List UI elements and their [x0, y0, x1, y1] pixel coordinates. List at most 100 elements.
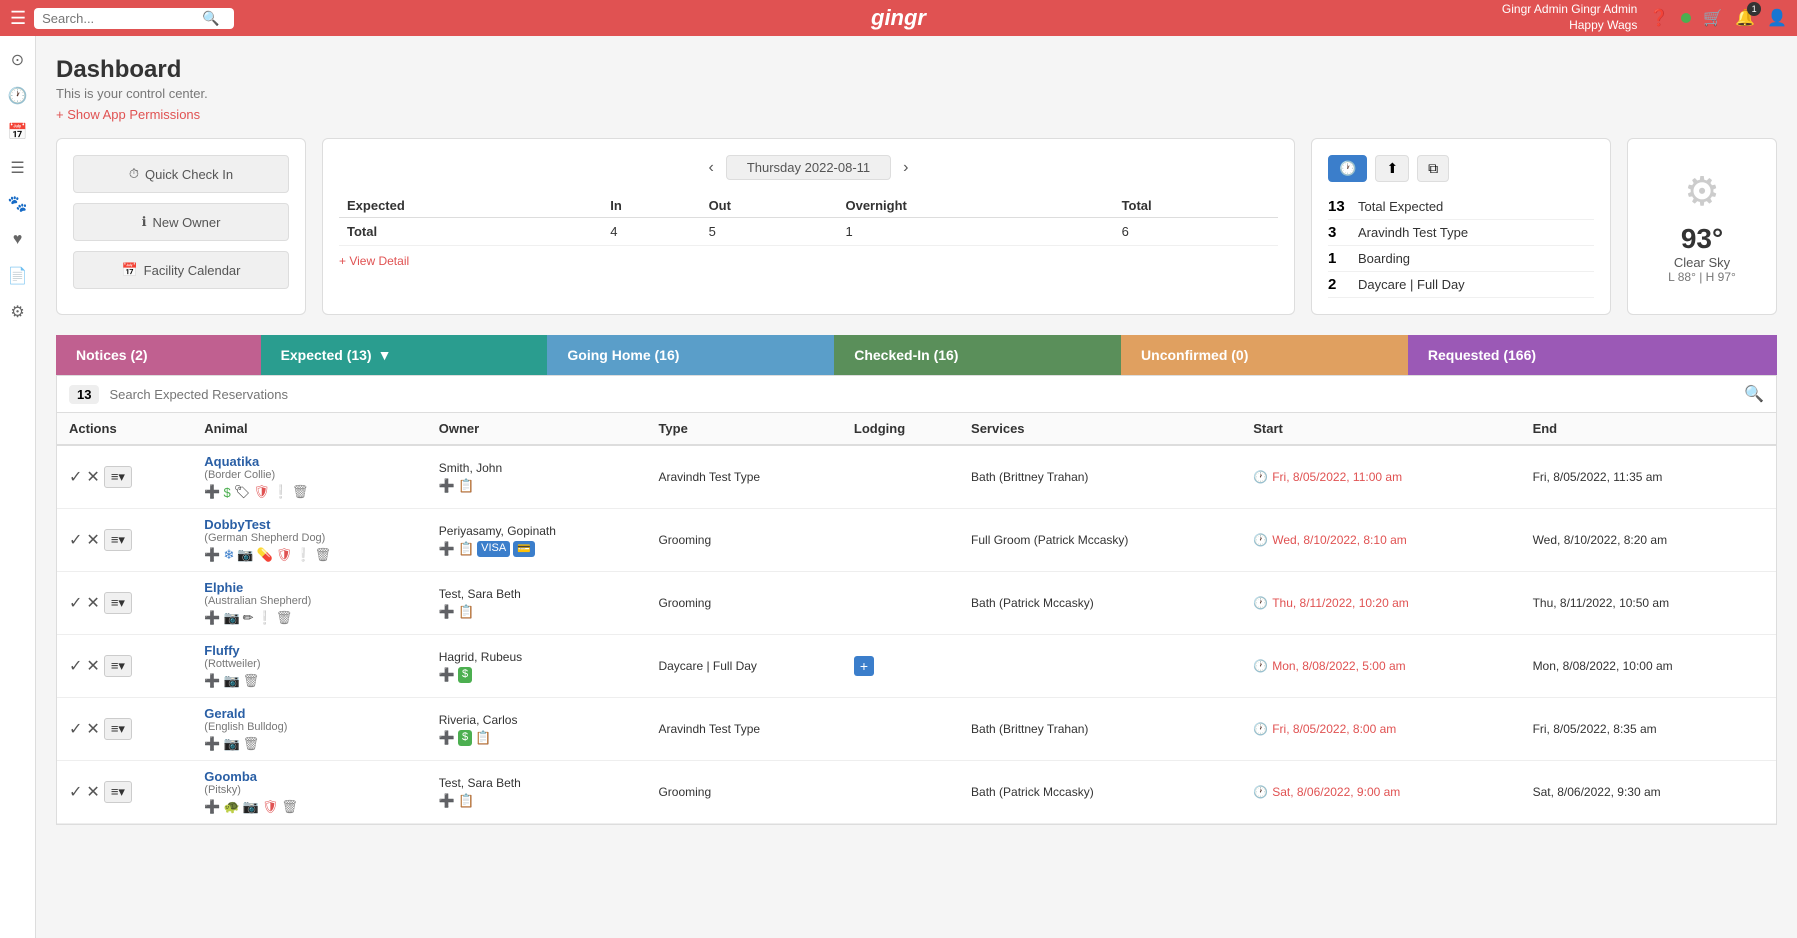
trash-icon[interactable]: 🗑	[243, 736, 260, 752]
sidebar-item-documents[interactable]: 📄	[2, 260, 34, 292]
show-permissions-link[interactable]: + Show App Permissions	[56, 107, 200, 122]
animal-name[interactable]: DobbyTest	[204, 517, 414, 532]
camera-icon[interactable]: 📷	[223, 673, 239, 689]
check-button[interactable]: ✓	[69, 656, 82, 676]
quick-checkin-button[interactable]: ⏱ Quick Check In	[73, 155, 289, 193]
user-name: Gingr Admin Gingr Admin	[1502, 2, 1637, 18]
notification-icon[interactable]: 🔔 1	[1735, 8, 1755, 28]
owner-note-icon[interactable]: 📋	[458, 541, 474, 557]
menu-button[interactable]: ≡▾	[104, 529, 132, 551]
stats-tab-upload[interactable]: ⬆	[1375, 155, 1409, 182]
owner-add-icon[interactable]: ➕	[439, 730, 455, 746]
hamburger-button[interactable]: ☰	[10, 8, 26, 29]
check-button[interactable]: ✓	[69, 530, 82, 550]
cal-total-in: 4	[602, 218, 700, 246]
animal-name[interactable]: Gerald	[204, 706, 414, 721]
trash-icon[interactable]: 🗑	[281, 799, 298, 815]
menu-button[interactable]: ≡▾	[104, 718, 132, 740]
stats-tab-clock[interactable]: 🕐	[1328, 155, 1367, 182]
sidebar-item-favorites[interactable]: ♥	[2, 224, 34, 256]
sidebar-item-list[interactable]: ☰	[2, 152, 34, 184]
add-icon[interactable]: ➕	[204, 610, 220, 626]
facility-calendar-button[interactable]: 📅 Facility Calendar	[73, 251, 289, 289]
tab-unconfirmed[interactable]: Unconfirmed (0)	[1121, 335, 1408, 375]
stats-num-type1: 3	[1328, 224, 1348, 241]
menu-button[interactable]: ≡▾	[104, 466, 132, 488]
camera-icon[interactable]: 📷	[237, 547, 253, 563]
owner-add-icon[interactable]: ➕	[439, 541, 455, 557]
animal-name[interactable]: Goomba	[204, 769, 414, 784]
animal-name[interactable]: Fluffy	[204, 643, 414, 658]
notification-badge: 1	[1747, 2, 1761, 16]
x-button[interactable]: ✕	[86, 782, 99, 802]
add-icon[interactable]: ➕	[204, 484, 220, 500]
x-button[interactable]: ✕	[86, 593, 99, 613]
table-search-button[interactable]: 🔍	[1744, 384, 1764, 404]
calendar-prev-button[interactable]: ‹	[709, 159, 714, 177]
tag-icon[interactable]: 🏷	[234, 484, 251, 500]
add-icon[interactable]: ➕	[204, 673, 220, 689]
x-button[interactable]: ✕	[86, 656, 99, 676]
view-detail-link[interactable]: + View Detail	[339, 254, 409, 268]
help-icon[interactable]: ❓	[1649, 8, 1669, 28]
search-input[interactable]	[42, 11, 202, 26]
check-button[interactable]: ✓	[69, 782, 82, 802]
owner-note-icon[interactable]: 📋	[475, 730, 491, 746]
animal-name[interactable]: Elphie	[204, 580, 414, 595]
tab-notices[interactable]: Notices (2)	[56, 335, 261, 375]
add-icon[interactable]: ➕	[204, 736, 220, 752]
reservation-type: Grooming	[646, 761, 841, 824]
owner-note-icon[interactable]: 📋	[458, 478, 474, 494]
trash-icon[interactable]: 🗑	[276, 610, 293, 626]
tab-going-home[interactable]: Going Home (16)	[547, 335, 834, 375]
calendar-next-button[interactable]: ›	[903, 159, 908, 177]
add-icon[interactable]: ➕	[204, 799, 220, 815]
reservation-type: Grooming	[646, 572, 841, 635]
sidebar-item-clock[interactable]: 🕐	[2, 80, 34, 112]
x-button[interactable]: ✕	[86, 719, 99, 739]
x-button[interactable]: ✕	[86, 467, 99, 487]
tab-requested[interactable]: Requested (166)	[1408, 335, 1777, 375]
check-button[interactable]: ✓	[69, 593, 82, 613]
sidebar-item-settings[interactable]: ⚙	[2, 296, 34, 328]
stats-tab-copy[interactable]: ⧉	[1417, 155, 1449, 182]
menu-button[interactable]: ≡▾	[104, 592, 132, 614]
owner-add-icon[interactable]: ➕	[439, 478, 455, 494]
camera-icon[interactable]: 📷	[223, 610, 239, 626]
end-date: Fri, 8/05/2022, 8:35 am	[1521, 698, 1776, 761]
camera-icon[interactable]: 📷	[223, 736, 239, 752]
table-search-input[interactable]	[109, 387, 1734, 402]
add-icon[interactable]: ➕	[204, 547, 220, 563]
trash-icon[interactable]: 🗑	[243, 673, 260, 689]
tab-expected[interactable]: Expected (13) ▼	[261, 335, 548, 375]
check-button[interactable]: ✓	[69, 719, 82, 739]
sidebar-item-animals[interactable]: 🐾	[2, 188, 34, 220]
owner-add-icon[interactable]: ➕	[439, 667, 455, 683]
animal-breed: (Rottweiler)	[204, 658, 414, 670]
clock-icon: 🕐	[1253, 785, 1268, 799]
owner-note-icon[interactable]: 📋	[458, 604, 474, 620]
sidebar-item-calendar[interactable]: 📅	[2, 116, 34, 148]
trash-icon[interactable]: 🗑	[314, 547, 331, 563]
owner-note-icon[interactable]: 📋	[458, 793, 474, 809]
owner-add-icon[interactable]: ➕	[439, 604, 455, 620]
cart-icon[interactable]: 🛒	[1703, 8, 1723, 28]
camera-icon[interactable]: 📷	[243, 799, 259, 815]
x-button[interactable]: ✕	[86, 530, 99, 550]
owner-add-icon[interactable]: ➕	[439, 793, 455, 809]
new-owner-button[interactable]: ℹ New Owner	[73, 203, 289, 241]
menu-button[interactable]: ≡▾	[104, 781, 132, 803]
menu-button[interactable]: ≡▾	[104, 655, 132, 677]
user-avatar-icon[interactable]: 👤	[1767, 8, 1787, 28]
check-button[interactable]: ✓	[69, 467, 82, 487]
edit-icon[interactable]: ✏	[243, 610, 254, 626]
trash-icon[interactable]: 🗑	[292, 484, 309, 500]
lodging-cell[interactable]: +	[842, 635, 959, 698]
animal-name[interactable]: Aquatika	[204, 454, 414, 469]
weather-range: L 88° | H 97°	[1668, 270, 1736, 284]
sidebar-item-home[interactable]: ⊙	[2, 44, 34, 76]
calendar-table: Expected In Out Overnight Total Total 4 …	[339, 194, 1278, 246]
lodging-add-button[interactable]: +	[854, 656, 874, 676]
dollar-icon[interactable]: $	[223, 485, 230, 500]
tab-checked-in[interactable]: Checked-In (16)	[834, 335, 1121, 375]
